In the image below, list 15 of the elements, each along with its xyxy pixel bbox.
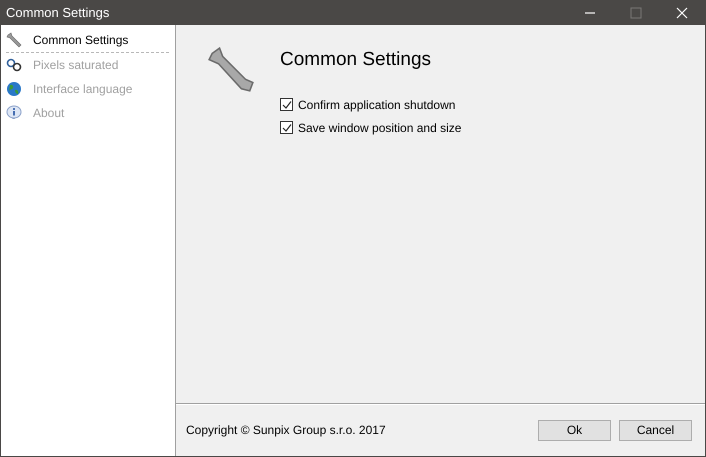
pixels-icon <box>6 57 22 73</box>
checkbox-label: Confirm application shutdown <box>298 98 456 112</box>
page-title: Common Settings <box>280 49 432 71</box>
info-icon <box>6 105 22 121</box>
cancel-button[interactable]: Cancel <box>619 420 692 440</box>
checkbox[interactable] <box>280 121 293 134</box>
copyright-text: Copyright © Sunpix Group s.r.o. 2017 <box>186 423 386 437</box>
globe-icon <box>6 81 22 97</box>
ok-button[interactable]: Ok <box>538 420 611 440</box>
checkbox-label: Save window position and size <box>298 120 462 134</box>
checkbox[interactable] <box>280 98 293 111</box>
close-icon[interactable] <box>676 6 688 18</box>
window-title: Common Settings <box>6 5 110 20</box>
sidebar-item[interactable]: Common Settings <box>33 33 128 47</box>
wrench-icon <box>6 32 22 48</box>
